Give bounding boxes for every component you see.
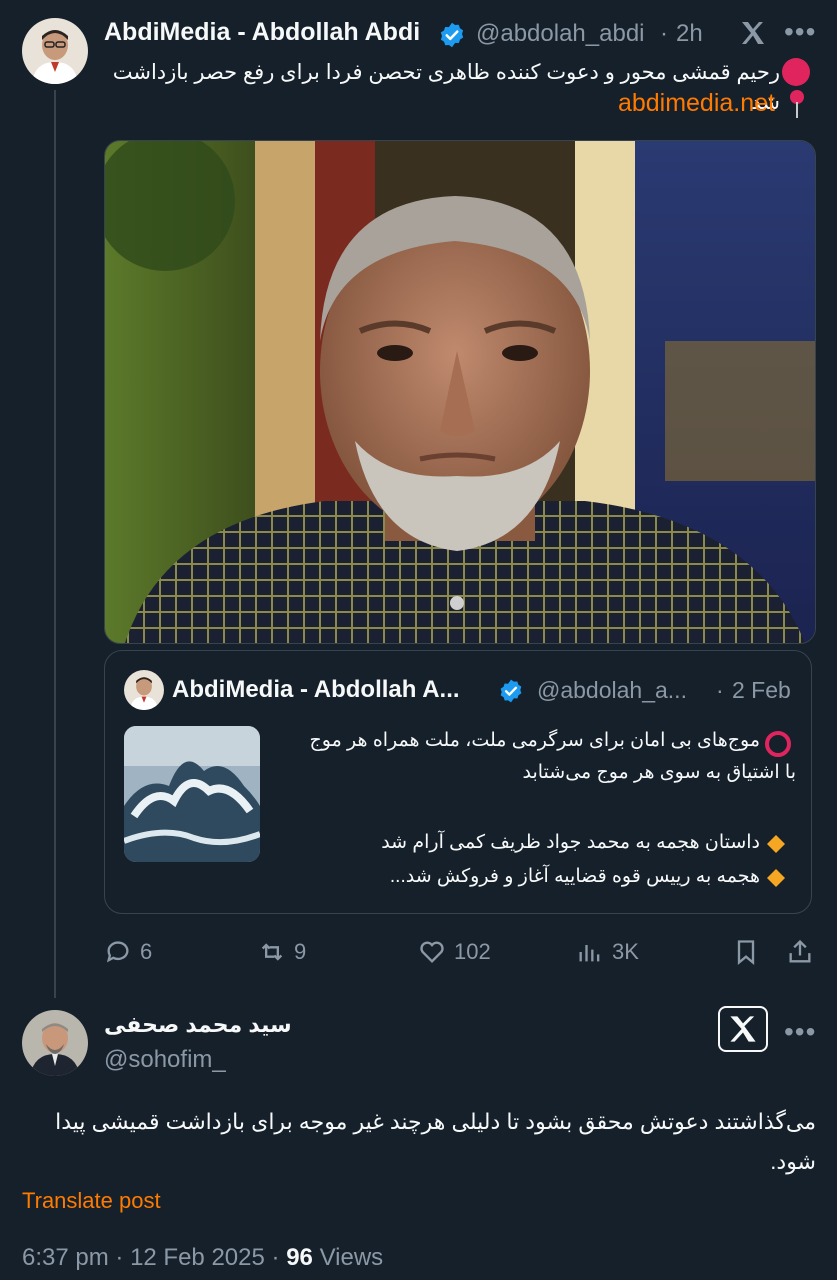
orange-diamond-icon — [767, 835, 785, 853]
quote-verified-badge-icon — [500, 679, 522, 703]
quote-separator-dot: · — [716, 677, 724, 703]
reply-views-label: Views — [319, 1244, 384, 1271]
author-avatar[interactable] — [22, 18, 88, 84]
share-icon — [789, 939, 811, 963]
quote-bullet-2: هجمه به رییس قوه قضاییه آغاز و فروکش شد.… — [389, 866, 760, 887]
quote-line-2: با اشتیاق به سوی هر موج می‌شتابد — [522, 762, 796, 783]
views-button[interactable]: 3K — [576, 938, 639, 966]
like-count: 102 — [454, 939, 491, 964]
x-logo-badge — [718, 1006, 768, 1052]
share-button[interactable] — [786, 938, 814, 966]
reply-more-icon[interactable]: ••• — [784, 1016, 816, 1048]
translate-post-link[interactable]: Translate post — [22, 1188, 161, 1214]
reply-author-handle[interactable]: @sohofim_ — [104, 1046, 226, 1074]
thread-line — [54, 90, 56, 998]
x-logo-icon — [742, 22, 764, 44]
author-name[interactable]: AbdiMedia - Abdollah Abdi — [104, 18, 420, 47]
reply-author-name[interactable]: سید محمد صحفی — [104, 1012, 292, 1038]
quote-bullet-1: داستان هجمه به محمد جواد ظریف کمی آرام ش… — [381, 832, 760, 853]
quote-thumbnail — [124, 726, 260, 862]
quote-author-handle: @abdolah_a... — [537, 677, 687, 703]
post-image[interactable] — [104, 140, 816, 644]
x-logo-icon — [730, 1016, 756, 1042]
post-link[interactable]: abdimedia.net — [605, 89, 775, 118]
heart-icon — [420, 941, 444, 963]
red-circle-icon — [782, 58, 810, 86]
quote-date: 2 Feb — [732, 677, 791, 703]
reply-count: 6 — [140, 939, 153, 964]
red-pin-icon — [790, 90, 804, 118]
like-button[interactable]: 102 — [418, 938, 491, 966]
bookmark-icon — [737, 940, 755, 965]
orange-diamond-icon — [767, 869, 785, 887]
repost-button[interactable]: 9 — [258, 938, 306, 966]
quote-author-avatar — [124, 670, 164, 710]
views-count: 3K — [612, 939, 639, 964]
quote-author-name: AbdiMedia - Abdollah A... — [172, 676, 460, 703]
reply-icon — [106, 941, 129, 963]
more-icon[interactable]: ••• — [784, 16, 816, 48]
reply-date: 12 Feb 2025 — [130, 1244, 265, 1271]
reply-time: 6:37 pm — [22, 1244, 109, 1271]
reply-author-avatar[interactable] — [22, 1010, 88, 1076]
reply-views-count: 96 — [286, 1244, 313, 1271]
repost-count: 9 — [294, 939, 307, 964]
post-time[interactable]: 2h — [676, 20, 703, 48]
red-ring-icon — [765, 731, 791, 757]
author-handle[interactable]: @abdolah_abdi — [476, 20, 645, 48]
reply-button[interactable]: 6 — [104, 938, 152, 966]
reply-text: می‌گذاشتند دعوتش محقق بشود تا دلیلی هرچن… — [55, 1109, 816, 1174]
quote-line-1: موج‌های بی امان برای سرگرمی ملت، ملت همر… — [309, 730, 761, 751]
reply-timestamp: 6:37 pm · 12 Feb 2025 · 96 Views — [22, 1244, 384, 1271]
repost-icon — [261, 943, 283, 961]
analytics-icon — [579, 945, 600, 962]
verified-badge-icon — [440, 22, 464, 48]
bookmark-button[interactable] — [732, 938, 760, 966]
separator-dot: · — [660, 20, 668, 47]
